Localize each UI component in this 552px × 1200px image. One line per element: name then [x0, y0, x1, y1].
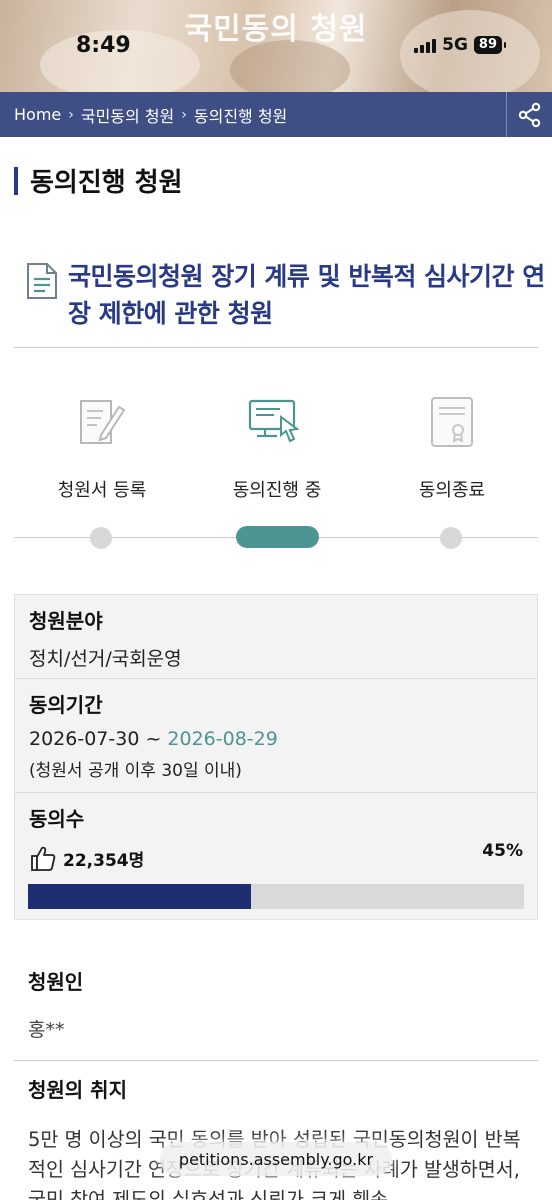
step-indicator-complete — [440, 527, 462, 549]
status-time: 8:49 — [76, 33, 131, 58]
consent-label: 동의수 — [29, 807, 85, 831]
period-end: 2026-08-29 — [167, 728, 278, 750]
period-label: 동의기간 — [29, 693, 103, 717]
step-register: 청원서 등록 — [12, 390, 192, 502]
consent-progress-fill — [28, 884, 252, 909]
breadcrumb: Home › 국민동의 청원 › 동의진행 청원 — [0, 103, 506, 127]
consent-percent: 45% — [482, 841, 523, 861]
purpose-label: 청원의 취지 — [28, 1078, 127, 1102]
period-row: 동의기간 2026-07-30 ~ 2026-08-29 (청원서 공개 이후 … — [15, 679, 537, 793]
petitioner-label: 청원인 — [28, 970, 84, 994]
petition-info-box: 청원분야 정치/선거/국회운영 동의기간 2026-07-30 ~ 2026-0… — [14, 594, 538, 920]
status-indicators: 5G 89 — [414, 35, 507, 55]
petitioner-section: 청원인 홍** — [28, 966, 83, 1042]
step-in-progress: 동의진행 중 — [187, 390, 367, 502]
period-note: (청원서 공개 이후 30일 이내) — [29, 761, 242, 781]
page-title: 동의진행 청원 — [30, 168, 183, 198]
step-indicator-active — [236, 526, 319, 548]
step-complete: 동의종료 — [362, 390, 542, 502]
consent-count-value: 22,354명 — [63, 850, 145, 871]
period-start: 2026-07-30 — [29, 728, 140, 750]
header-banner: 국민동의 청원 8:49 5G 89 — [0, 0, 552, 92]
consent-row: 동의수 22,354명 45% — [15, 793, 537, 919]
chevron-right-icon: › — [181, 106, 187, 123]
breadcrumb-home[interactable]: Home — [14, 105, 61, 124]
petitioner-value: 홍** — [28, 1019, 65, 1041]
breadcrumb-bar: Home › 국민동의 청원 › 동의진행 청원 — [0, 92, 552, 137]
network-label: 5G — [442, 35, 468, 55]
step-label: 청원서 등록 — [57, 480, 147, 501]
period-value: 2026-07-30 ~ 2026-08-29 — [29, 728, 523, 750]
chevron-right-icon: › — [68, 106, 74, 123]
computer-click-icon — [187, 390, 367, 454]
consent-progress-bar — [28, 884, 524, 909]
share-button[interactable] — [506, 92, 552, 137]
title-accent-bar — [14, 166, 18, 195]
register-document-icon — [12, 390, 192, 454]
step-label: 동의종료 — [418, 480, 486, 501]
purpose-section: 청원의 취지 5만 명 이상의 국민 동의를 받아 성립된 국민동의청원이 반복… — [28, 1074, 538, 1200]
browser-url-bar[interactable]: petitions.assembly.go.kr — [160, 1142, 392, 1176]
divider — [14, 1060, 538, 1061]
signal-icon — [414, 37, 437, 53]
thumbs-up-icon — [31, 846, 56, 871]
field-label: 청원분야 — [29, 609, 103, 633]
battery-icon: 89 — [473, 36, 507, 54]
breadcrumb-petitions[interactable]: 국민동의 청원 — [81, 103, 174, 127]
step-indicator-register — [90, 527, 112, 549]
document-icon — [26, 258, 60, 332]
period-separator: ~ — [139, 728, 168, 750]
divider — [14, 347, 538, 348]
consent-count: 22,354명 — [29, 844, 523, 872]
breadcrumb-current[interactable]: 동의진행 청원 — [194, 103, 287, 127]
petition-title: 국민동의청원 장기 계류 및 반복적 심사기간 연장 제한에 관한 청원 — [68, 262, 545, 328]
section-title: 동의진행 청원 — [14, 162, 183, 199]
field-row: 청원분야 정치/선거/국회운영 — [15, 595, 537, 679]
field-value: 정치/선거/국회운영 — [29, 648, 182, 670]
share-icon — [518, 102, 540, 127]
step-label: 동의진행 중 — [232, 480, 322, 501]
certificate-icon — [362, 390, 542, 454]
petition-heading: 국민동의청원 장기 계류 및 반복적 심사기간 연장 제한에 관한 청원 — [26, 258, 546, 332]
